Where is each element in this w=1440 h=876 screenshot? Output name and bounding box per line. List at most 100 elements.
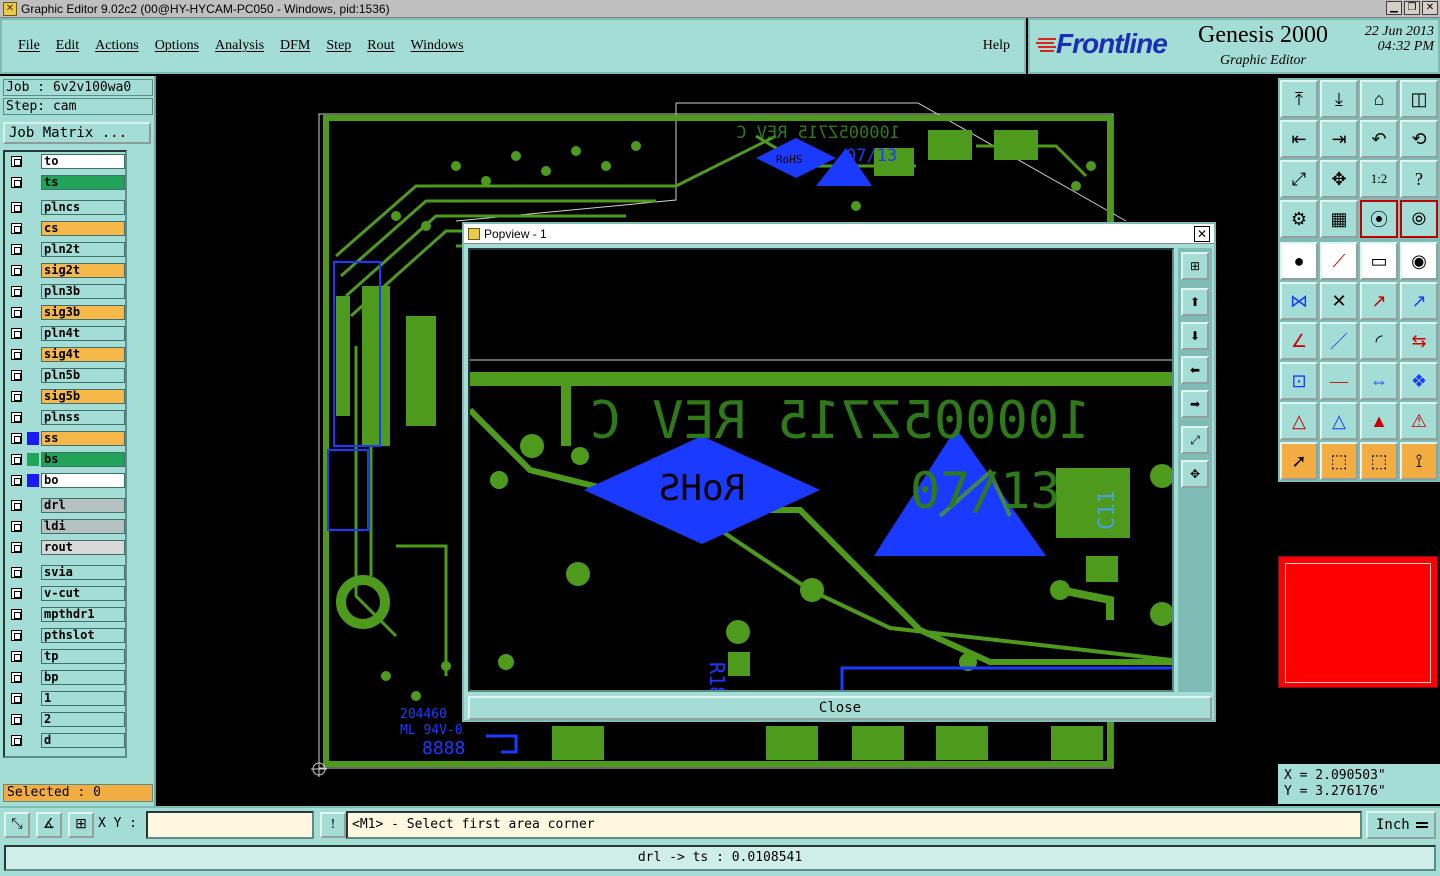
pan-top-icon[interactable]: ⤒ [1280,80,1318,118]
snap-angle-icon[interactable]: ∡ [36,812,62,838]
layer-name[interactable]: sig2t [41,263,125,278]
layer-row[interactable]: svia [7,565,125,580]
pan-right-icon[interactable]: ⇥ [1320,120,1358,158]
layer-checkbox[interactable] [11,542,22,553]
layer-checkbox[interactable] [11,651,22,662]
layer-checkbox[interactable] [11,202,22,213]
layer-name[interactable]: sig4t [41,347,125,362]
layer-name[interactable]: d [41,733,125,748]
mirror-icon[interactable]: ⇆ [1400,322,1438,360]
pointer-box-icon[interactable]: ⬚ [1320,442,1358,480]
layer-checkbox[interactable] [11,588,22,599]
layer-name[interactable]: ss [41,431,125,446]
layer-row[interactable]: pln2t [7,242,125,257]
layer-name[interactable]: bo [41,473,125,488]
ruler-icon[interactable]: ▭ [1360,242,1398,280]
menu-rout[interactable]: Rout [367,38,394,54]
layer-row[interactable]: 2 [7,712,125,727]
move-node-icon[interactable]: ↗ [1360,282,1398,320]
group-icon[interactable]: ❖ [1400,362,1438,400]
layer-name[interactable]: sig5b [41,389,125,404]
layer-row[interactable]: d [7,733,125,748]
pan-bottom-icon[interactable]: ⤓ [1320,80,1358,118]
popview-pan-left-icon[interactable]: ⬅ [1181,356,1209,384]
popview-zoom-out-icon[interactable]: ⤢ [1181,426,1209,454]
popview-zoom-fit-icon[interactable]: ⊞ [1181,252,1209,280]
layer-checkbox[interactable] [11,412,22,423]
angle-icon[interactable]: ∠ [1280,322,1318,360]
layer-row[interactable]: bp [7,670,125,685]
graphic-canvas[interactable]: 100005Z715 REV C 07/13 RoHS 204460 ML 94… [156,76,1276,806]
layer-row[interactable]: v-cut [7,586,125,601]
slash-line-icon[interactable]: ／ [1320,322,1358,360]
triangle-fill-icon[interactable]: ▲ [1360,402,1398,440]
triangle-blue-icon[interactable]: △ [1320,402,1358,440]
layer-checkbox[interactable] [11,475,22,486]
layer-name[interactable]: ldi [41,519,125,534]
menu-edit[interactable]: Edit [56,38,79,54]
popview-close-button[interactable]: Close [468,696,1212,720]
menu-step[interactable]: Step [326,38,351,54]
zoom-in-icon[interactable]: ✥ [1320,160,1358,198]
menu-options[interactable]: Options [155,38,199,54]
snap-grid-icon[interactable]: ⊞ [68,812,94,838]
layer-row[interactable]: cs [7,221,125,236]
layer-checkbox[interactable] [11,630,22,641]
layer-row[interactable]: bs [7,452,125,467]
layer-row[interactable]: tp [7,649,125,664]
grid-icon[interactable]: ▦ [1320,200,1358,238]
layer-name[interactable]: plncs [41,200,125,215]
layer-row[interactable]: to [7,154,125,169]
home-view-icon[interactable]: ⌂ [1360,80,1398,118]
query-icon[interactable]: ? [1400,160,1438,198]
layer-name[interactable]: cs [41,221,125,236]
popview-pan-right-icon[interactable]: ➡ [1181,390,1209,418]
layer-name[interactable]: pln5b [41,368,125,383]
layer-checkbox[interactable] [11,500,22,511]
connect-nodes-icon[interactable]: ⋈ [1280,282,1318,320]
menu-dfm[interactable]: DFM [280,38,310,54]
stretch-node-icon[interactable]: ↗ [1400,282,1438,320]
layer-checkbox[interactable] [11,391,22,402]
restore-icon[interactable]: ❐ [1404,1,1420,15]
layer-checkbox[interactable] [11,370,22,381]
arc-icon[interactable]: ◜ [1360,322,1398,360]
add-circle-icon[interactable]: ◉ [1400,242,1438,280]
layer-name[interactable]: pthslot [41,628,125,643]
layer-checkbox[interactable] [11,735,22,746]
popview-close-icon[interactable]: ✕ [1194,226,1210,242]
redraw-icon[interactable]: ⟲ [1400,120,1438,158]
layer-snap-icon[interactable]: ⦾ [1400,200,1438,238]
layer-row[interactable]: pln5b [7,368,125,383]
layer-name[interactable]: 2 [41,712,125,727]
xy-input[interactable] [146,811,314,839]
layer-compare-icon[interactable]: ⦿ [1360,200,1398,238]
layer-row[interactable]: ss [7,431,125,446]
alert-icon[interactable]: ! [320,812,346,838]
split-view-icon[interactable]: ◫ [1400,80,1438,118]
close-icon[interactable]: ✕ [1422,1,1438,15]
pointer-icon[interactable]: ➚ [1280,442,1318,480]
layer-row[interactable]: pthslot [7,628,125,643]
layer-row[interactable]: drl [7,498,125,513]
popview-pan-up-icon[interactable]: ⬆ [1181,288,1209,316]
layer-name[interactable]: to [41,154,125,169]
layer-checkbox[interactable] [11,454,22,465]
layer-row[interactable]: mpthdr1 [7,607,125,622]
layer-row[interactable]: pln4t [7,326,125,341]
layer-row[interactable]: bo [7,473,125,488]
layer-checkbox[interactable] [11,521,22,532]
popview-canvas[interactable]: 100005Z715 REV C 07/13 RoHS C11 R18 [468,248,1174,692]
layer-row[interactable]: plncs [7,200,125,215]
layer-row[interactable]: sig4t [7,347,125,362]
unit-selector[interactable]: Inch [1366,811,1436,839]
layer-name[interactable]: pln4t [41,326,125,341]
pointer-area-icon[interactable]: ⬚ [1360,442,1398,480]
menu-analysis[interactable]: Analysis [215,38,264,54]
menu-windows[interactable]: Windows [411,38,464,54]
delete-node-icon[interactable]: ✕ [1320,282,1358,320]
measure-icon[interactable]: ⚙ [1280,200,1318,238]
layer-name[interactable]: pln2t [41,242,125,257]
layer-row[interactable]: sig5b [7,389,125,404]
undo-view-icon[interactable]: ↶ [1360,120,1398,158]
